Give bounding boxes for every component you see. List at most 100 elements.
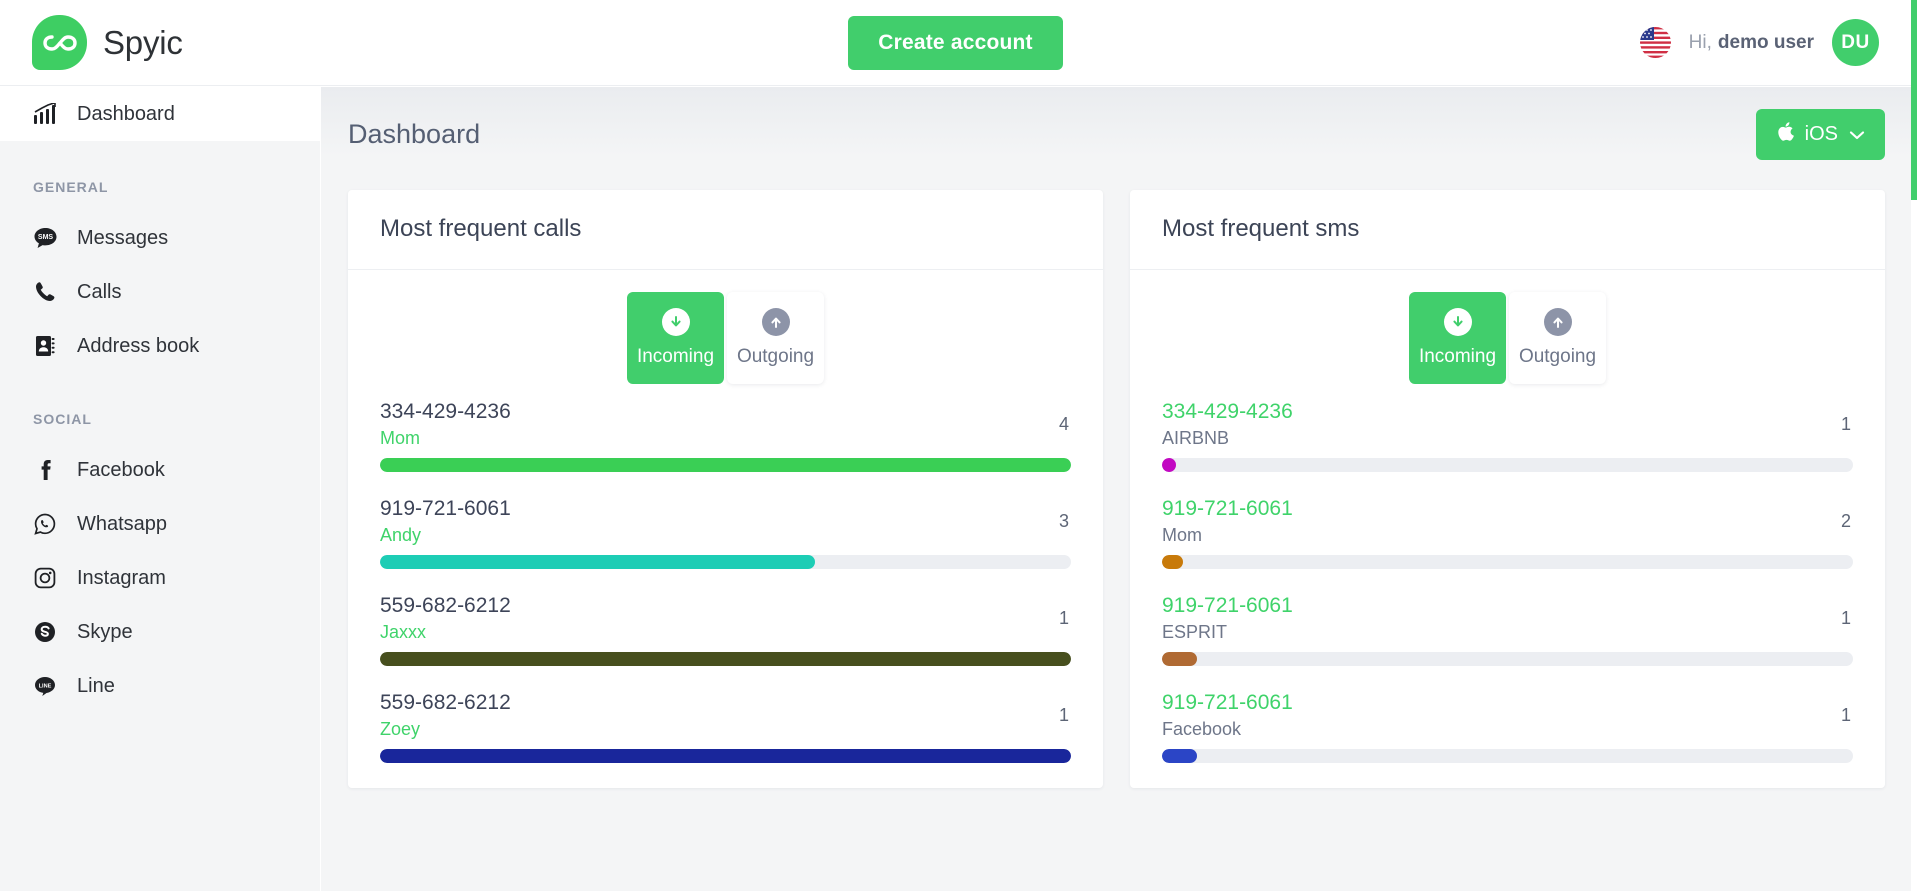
scrollbar-thumb[interactable] (1911, 0, 1917, 200)
list-item[interactable]: 334-429-4236 Mom 4 (380, 400, 1071, 472)
sidebar-item-whatsapp[interactable]: Whatsapp (0, 497, 320, 551)
tab-outgoing[interactable]: Outgoing (1509, 292, 1606, 384)
contact-name: Zoey (380, 719, 421, 739)
sidebar-item-dashboard[interactable]: Dashboard (0, 87, 320, 141)
phone-number: 919-721-6061 (1162, 497, 1293, 520)
card-body: Incoming Outgoing 334-429 (348, 270, 1103, 763)
bar-track (380, 458, 1071, 472)
sidebar-item-label: Facebook (77, 458, 165, 481)
list-item-head: 559-682-6212 Zoey 1 (380, 691, 1071, 740)
header-user-area: Hi, demo user DU (1639, 19, 1879, 66)
platform-select-button[interactable]: iOS (1755, 109, 1885, 160)
line-icon: LINE (33, 674, 64, 698)
skype-icon (33, 620, 64, 644)
list-item[interactable]: 559-682-6212 Jaxxx 1 (380, 594, 1071, 666)
list-item-texts: 919-721-6061 Facebook (1162, 691, 1293, 740)
sms-icon: SMS (33, 226, 64, 251)
tab-label: Outgoing (736, 346, 815, 367)
list-item-texts: 559-682-6212 Zoey (380, 691, 511, 740)
sidebar-item-calls[interactable]: Calls (0, 265, 320, 319)
phone-number: 919-721-6061 (1162, 691, 1293, 714)
sidebar-item-label: Dashboard (77, 102, 175, 125)
sidebar-item-label: Calls (77, 280, 122, 303)
bar-track (1162, 458, 1853, 472)
card-header: Most frequent calls (348, 190, 1103, 270)
sidebar-item-address-book[interactable]: Address book (0, 319, 320, 373)
tab-label: Incoming (1418, 346, 1497, 367)
count-value: 1 (1840, 414, 1851, 434)
count-value: 1 (1840, 608, 1851, 628)
create-account-button[interactable]: Create account (848, 15, 1063, 70)
sidebar: Dashboard GENERAL SMS Messages Calls Add… (0, 87, 320, 891)
count-value: 1 (1058, 705, 1069, 725)
sidebar-item-line[interactable]: LINE Line (0, 659, 320, 713)
avatar[interactable]: DU (1832, 19, 1879, 66)
user-name: demo user (1717, 31, 1814, 53)
direction-toggle-group: Incoming Outgoing (380, 292, 1071, 384)
brand-logo[interactable]: Spyic (32, 15, 362, 70)
main-content: Dashboard iOS Most frequent calls Incomi… (321, 87, 1911, 891)
direction-toggle-group: Incoming Outgoing (1162, 292, 1853, 384)
list-item[interactable]: 919-721-6061 Andy 3 (380, 497, 1071, 569)
bar-track (1162, 555, 1853, 569)
svg-text:LINE: LINE (39, 683, 52, 689)
contact-name: AIRBNB (1162, 428, 1230, 448)
list-item-head: 919-721-6061 Andy 3 (380, 497, 1071, 546)
contact-name: Jaxxx (380, 622, 427, 642)
greeting-prefix: Hi, (1688, 31, 1712, 53)
card-title: Most frequent sms (1162, 215, 1360, 242)
sidebar-item-skype[interactable]: Skype (0, 605, 320, 659)
card-most-frequent-sms: Most frequent sms Incoming Outgoing 334-… (1130, 190, 1885, 788)
list-item-head: 919-721-6061 ESPRIT 1 (1162, 594, 1853, 643)
sidebar-section-social: SOCIAL (33, 411, 92, 427)
arrow-up-icon (1543, 308, 1572, 336)
contact-name: Mom (380, 428, 420, 448)
count-value: 3 (1058, 511, 1069, 531)
sidebar-item-facebook[interactable]: Facebook (0, 443, 320, 497)
platform-label: iOS (1804, 123, 1838, 145)
list-item[interactable]: 919-721-6061 Mom 2 (1162, 497, 1853, 569)
tab-outgoing[interactable]: Outgoing (727, 292, 824, 384)
list-item[interactable]: 919-721-6061 Facebook 1 (1162, 691, 1853, 763)
page-scrollbar[interactable] (1911, 0, 1917, 891)
sidebar-item-label: Whatsapp (77, 512, 168, 535)
card-header: Most frequent sms (1130, 190, 1885, 270)
arrow-up-icon (761, 308, 790, 336)
list-item[interactable]: 559-682-6212 Zoey 1 (380, 691, 1071, 763)
tab-incoming[interactable]: Incoming (1409, 292, 1506, 384)
phone-number: 334-429-4236 (1162, 400, 1293, 423)
contact-name: Facebook (1162, 719, 1242, 739)
list-item-texts: 334-429-4236 AIRBNB (1162, 400, 1293, 449)
list-item-head: 559-682-6212 Jaxxx 1 (380, 594, 1071, 643)
bar-fill (380, 555, 816, 569)
card-title: Most frequent calls (380, 215, 582, 242)
bar-fill (1162, 749, 1197, 763)
bar-track (380, 652, 1071, 666)
sidebar-item-messages[interactable]: SMS Messages (0, 211, 320, 265)
sidebar-item-instagram[interactable]: Instagram (0, 551, 320, 605)
bar-fill (380, 458, 1071, 472)
list-item-texts: 919-721-6061 ESPRIT (1162, 594, 1293, 643)
phone-number: 559-682-6212 (380, 691, 511, 714)
brand-name: Spyic (103, 23, 183, 61)
list-item-texts: 334-429-4236 Mom (380, 400, 511, 449)
bar-fill (380, 652, 1071, 666)
list-item[interactable]: 334-429-4236 AIRBNB 1 (1162, 400, 1853, 472)
dashboard-cards: Most frequent calls Incoming Outgoing 33… (321, 160, 1911, 788)
list-item[interactable]: 919-721-6061 ESPRIT 1 (1162, 594, 1853, 666)
tab-label: Incoming (636, 346, 715, 367)
phone-number: 559-682-6212 (380, 594, 511, 617)
sidebar-item-label: Skype (77, 620, 133, 643)
count-value: 1 (1058, 608, 1069, 628)
count-value: 2 (1840, 511, 1851, 531)
instagram-icon (33, 566, 64, 590)
bar-fill (1162, 458, 1176, 472)
list-item-head: 334-429-4236 AIRBNB 1 (1162, 400, 1853, 449)
us-flag-icon[interactable] (1639, 27, 1671, 58)
contact-name: Andy (380, 525, 422, 545)
count-value: 4 (1058, 414, 1069, 434)
tab-incoming[interactable]: Incoming (627, 292, 724, 384)
contact-name: Mom (1162, 525, 1202, 545)
list-item-head: 919-721-6061 Mom 2 (1162, 497, 1853, 546)
count-value: 1 (1840, 705, 1851, 725)
